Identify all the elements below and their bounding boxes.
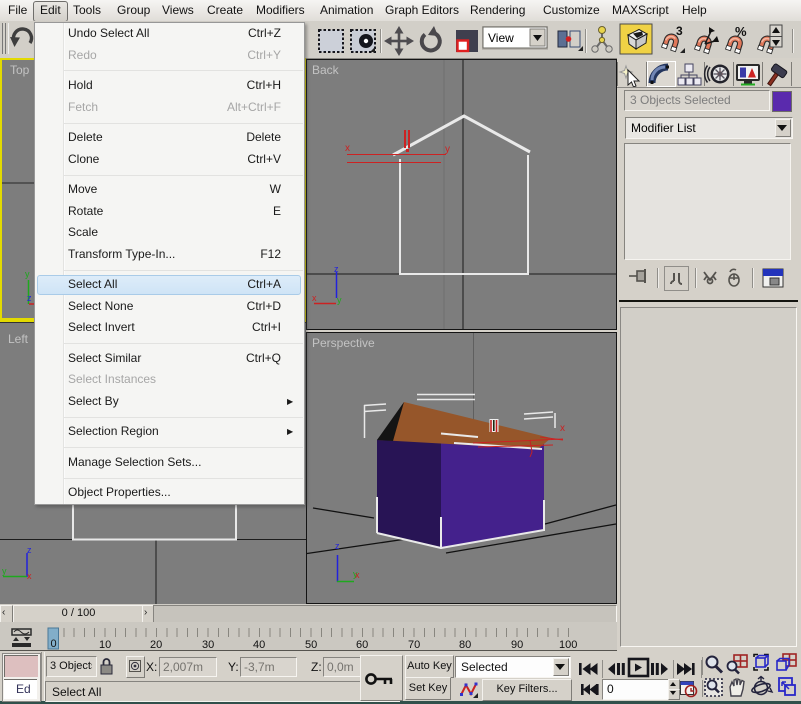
svg-text:z: z — [27, 545, 32, 555]
svg-text:z: z — [335, 541, 340, 551]
svg-text:Left: Left — [8, 332, 29, 346]
svg-text:Back: Back — [312, 63, 340, 77]
svg-text:z: z — [27, 293, 32, 303]
svg-text:3: 3 — [676, 24, 683, 38]
svg-text:%: % — [735, 24, 747, 39]
svg-text:y: y — [337, 295, 342, 305]
svg-text:y: y — [25, 269, 30, 279]
svg-text:Perspective: Perspective — [312, 336, 375, 350]
svg-text:x: x — [27, 571, 32, 581]
svg-text:Top: Top — [10, 63, 30, 77]
svg-text:x: x — [355, 570, 360, 580]
svg-text:x: x — [312, 293, 317, 303]
svg-text:View: View — [488, 31, 514, 45]
svg-text:y: y — [2, 566, 7, 576]
svg-text:y: y — [445, 144, 450, 155]
svg-text:x: x — [560, 423, 565, 434]
svg-text:x: x — [345, 143, 350, 154]
